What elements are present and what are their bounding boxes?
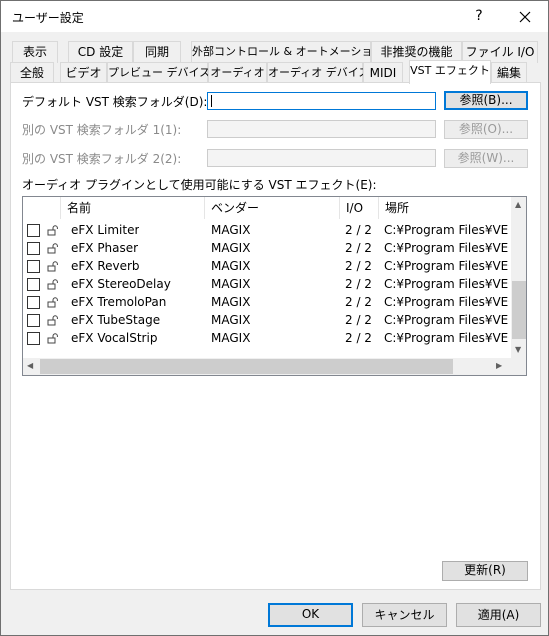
vst-vendor-cell: MAGIX (211, 241, 251, 255)
user-preferences-dialog: ユーザー設定 ? 表示 CD 設定 同期 外部コントロール & オートメーション… (0, 0, 549, 636)
unlock-icon[interactable] (47, 243, 59, 254)
alt-vst-folder-2-label: 別の VST 検索フォルダ 2(2): (22, 152, 182, 166)
vst-name-cell: eFX Limiter (71, 223, 140, 237)
vst-io-cell: 2 / 2 (345, 277, 372, 291)
close-icon (519, 11, 531, 23)
apply-button[interactable]: 適用(A) (456, 603, 541, 627)
enable-checkbox[interactable] (27, 332, 40, 345)
vertical-scrollbar[interactable]: ▲ ▼ (511, 197, 526, 358)
browse-alt-2-button[interactable]: 参照(W)... (444, 149, 528, 168)
vst-location-cell: C:¥Program Files¥VEGA (384, 313, 509, 327)
tab-audio[interactable]: オーディオ (208, 62, 267, 84)
vst-location-cell: C:¥Program Files¥VEGA (384, 295, 509, 309)
column-header-check (23, 197, 61, 219)
table-row[interactable]: eFX StereoDelay MAGIX 2 / 2 C:¥Program File… (23, 275, 509, 293)
enable-checkbox[interactable] (27, 296, 40, 309)
vst-io-cell: 2 / 2 (345, 259, 372, 273)
title-bar: ユーザー設定 ? (1, 1, 548, 32)
vst-location-cell: C:¥Program Files¥VEGA (384, 241, 509, 255)
tab-general[interactable]: 全般 (10, 62, 54, 84)
unlock-icon[interactable] (47, 297, 59, 308)
window-title: ユーザー設定 (12, 11, 84, 25)
table-row[interactable]: eFX Reverb MAGIX 2 / 2 C:¥Program Files¥VEG… (23, 257, 509, 275)
close-button[interactable] (502, 1, 548, 32)
alt-vst-folder-2-input[interactable] (207, 149, 436, 167)
scroll-corner (511, 358, 526, 375)
browse-alt-1-button[interactable]: 参照(O)... (444, 120, 528, 139)
table-row[interactable]: eFX Limiter MAGIX 2 / 2 C:¥Program Files¥VE… (23, 221, 509, 239)
column-header-location[interactable]: 場所 (379, 197, 511, 219)
tab-cd-settings[interactable]: CD 設定 (68, 41, 133, 63)
table-row[interactable]: eFX VocalStrip MAGIX 2 / 2 C:¥Program Files… (23, 329, 509, 347)
vst-io-cell: 2 / 2 (345, 241, 372, 255)
vst-name-cell: eFX TremoloPan (71, 295, 167, 309)
vst-location-cell: C:¥Program Files¥VEGA (384, 331, 509, 345)
table-row[interactable]: eFX TubeStage MAGIX 2 / 2 C:¥Program Files¥… (23, 311, 509, 329)
vst-name-cell: eFX VocalStrip (71, 331, 158, 345)
scroll-left-icon[interactable]: ◀ (27, 361, 33, 370)
vst-effects-list[interactable]: 名前 ベンダー I/O 場所 eFX Limiter MAGIX 2 / 2 C:¥P… (22, 196, 527, 376)
enable-checkbox[interactable] (27, 314, 40, 327)
vst-vendor-cell: MAGIX (211, 331, 251, 345)
help-button[interactable]: ? (456, 1, 502, 32)
vst-name-cell: eFX TubeStage (71, 313, 161, 327)
vst-io-cell: 2 / 2 (345, 313, 372, 327)
unlock-icon[interactable] (47, 315, 59, 326)
vst-vendor-cell: MAGIX (211, 259, 251, 273)
column-header-io[interactable]: I/O (340, 197, 379, 219)
tab-sync[interactable]: 同期 (133, 41, 181, 63)
unlock-icon[interactable] (47, 333, 59, 344)
enable-checkbox[interactable] (27, 260, 40, 273)
vst-name-cell: eFX StereoDelay (71, 277, 171, 291)
refresh-button[interactable]: 更新(R) (442, 561, 528, 581)
tab-external-control[interactable]: 外部コントロール & オートメーション (191, 41, 383, 63)
scroll-right-icon[interactable]: ▶ (496, 361, 502, 370)
vst-location-cell: C:¥Program Files¥VEGA (384, 277, 509, 291)
browse-default-button[interactable]: 参照(B)... (444, 91, 528, 110)
vst-name-cell: eFX Phaser (71, 241, 139, 255)
vst-vendor-cell: MAGIX (211, 223, 251, 237)
tab-midi[interactable]: MIDI (363, 62, 403, 84)
horizontal-scroll-thumb[interactable] (40, 359, 453, 374)
table-row[interactable]: eFX Phaser MAGIX 2 / 2 C:¥Program Files¥VEG… (23, 239, 509, 257)
alt-vst-folder-1-label: 別の VST 検索フォルダ 1(1): (22, 123, 182, 137)
table-row[interactable]: eFX TremoloPan MAGIX 2 / 2 C:¥Program Files… (23, 293, 509, 311)
vst-name-cell: eFX Reverb (71, 259, 140, 273)
column-header-vendor[interactable]: ベンダー (205, 197, 340, 219)
unlock-icon[interactable] (47, 225, 59, 236)
vst-list-label: オーディオ プラグインとして使用可能にする VST エフェクト(E): (22, 178, 377, 192)
vst-effects-panel: デフォルト VST 検索フォルダ(D): 参照(B)... 別の VST 検索フ… (10, 82, 541, 590)
tab-preview-device[interactable]: プレビュー デバイス (107, 62, 210, 84)
vertical-scroll-thumb[interactable] (512, 281, 526, 339)
text-caret (211, 95, 212, 107)
unlock-icon[interactable] (47, 261, 59, 272)
vst-vendor-cell: MAGIX (211, 277, 251, 291)
enable-checkbox[interactable] (27, 224, 40, 237)
cancel-button[interactable]: キャンセル (362, 603, 447, 627)
ok-button[interactable]: OK (268, 603, 353, 627)
unlock-icon[interactable] (47, 279, 59, 290)
column-header-name[interactable]: 名前 (61, 197, 205, 219)
enable-checkbox[interactable] (27, 242, 40, 255)
tab-display[interactable]: 表示 (12, 41, 58, 63)
vst-location-cell: C:¥Program Files¥VEGA (384, 223, 509, 237)
vst-io-cell: 2 / 2 (345, 331, 372, 345)
scroll-up-icon[interactable]: ▲ (515, 200, 521, 209)
default-vst-folder-label: デフォルト VST 検索フォルダ(D): (22, 95, 208, 109)
tab-audio-device[interactable]: オーディオ デバイス (267, 62, 369, 84)
enable-checkbox[interactable] (27, 278, 40, 291)
tab-video[interactable]: ビデオ (60, 62, 107, 84)
tab-vst-effects[interactable]: VST エフェクト (409, 60, 491, 84)
vst-location-cell: C:¥Program Files¥VEGA (384, 259, 509, 273)
horizontal-scrollbar[interactable]: ◀ ▶ (23, 358, 511, 375)
vst-vendor-cell: MAGIX (211, 313, 251, 327)
default-vst-folder-input[interactable] (207, 92, 436, 110)
scroll-down-icon[interactable]: ▼ (515, 345, 521, 354)
alt-vst-folder-1-input[interactable] (207, 120, 436, 138)
vst-io-cell: 2 / 2 (345, 295, 372, 309)
tab-edit[interactable]: 編集 (491, 62, 527, 84)
vst-io-cell: 2 / 2 (345, 223, 372, 237)
vst-vendor-cell: MAGIX (211, 295, 251, 309)
